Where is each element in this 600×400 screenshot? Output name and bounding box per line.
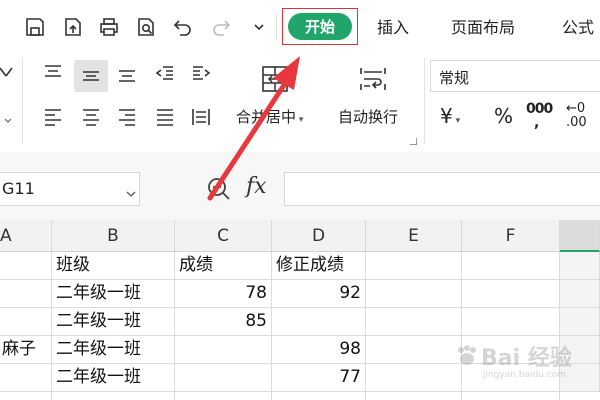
cell-d6[interactable]: [272, 392, 366, 400]
percent-button[interactable]: %: [494, 104, 513, 128]
cell-e2[interactable]: [366, 280, 462, 308]
chevron-down-icon[interactable]: [126, 184, 136, 197]
format-painter-icon[interactable]: [0, 64, 14, 86]
cell-c4[interactable]: [175, 336, 272, 364]
fx-button[interactable]: fx: [246, 174, 267, 199]
cell-d2[interactable]: 92: [272, 280, 366, 308]
align-middle-icon[interactable]: [74, 60, 108, 92]
cell-c1[interactable]: 成绩: [175, 252, 272, 280]
print-icon[interactable]: [96, 14, 122, 40]
cell-b3[interactable]: 二年级一班: [52, 308, 175, 336]
align-right-icon[interactable]: [114, 104, 140, 130]
tab-formulas[interactable]: 公式: [562, 14, 594, 38]
column-header-g[interactable]: [560, 220, 600, 252]
justify-icon[interactable]: [152, 104, 178, 130]
cell-g3[interactable]: [560, 308, 600, 336]
cell-a5[interactable]: [0, 364, 52, 392]
cell-d5[interactable]: 77: [272, 364, 366, 392]
column-header-e[interactable]: E: [366, 220, 462, 252]
watermark: Bai 经验 jingyan.baidu.com: [455, 340, 575, 386]
distributed-align-icon[interactable]: [188, 104, 214, 130]
cell-a2[interactable]: [0, 280, 52, 308]
number-format-select[interactable]: 常规: [430, 60, 600, 92]
cell-e4[interactable]: [366, 336, 462, 364]
column-header-d[interactable]: D: [272, 220, 366, 252]
increase-decimal-button[interactable]: ←0 .00: [566, 102, 600, 130]
increase-indent-icon[interactable]: [188, 60, 214, 86]
cell-g2[interactable]: [560, 280, 600, 308]
watermark-url: jingyan.baidu.com: [483, 370, 567, 380]
divider: [22, 58, 23, 144]
cell-d3[interactable]: [272, 308, 366, 336]
tab-home[interactable]: 开始: [288, 13, 352, 40]
redo-icon[interactable]: [208, 14, 234, 40]
currency-button[interactable]: ¥ ▾: [440, 104, 460, 128]
merge-center-label: 合并居中: [236, 108, 297, 126]
cell-f3[interactable]: [462, 308, 560, 336]
align-left-icon[interactable]: [40, 104, 66, 130]
cell-e3[interactable]: [366, 308, 462, 336]
cell-b5[interactable]: 二年级一班: [52, 364, 175, 392]
tab-page-layout[interactable]: 页面布局: [451, 14, 515, 38]
cell-d4[interactable]: 98: [272, 336, 366, 364]
cell-a4[interactable]: 麻子: [0, 336, 52, 364]
cell-b2[interactable]: 二年级一班: [52, 280, 175, 308]
cell-e6[interactable]: [366, 392, 462, 400]
chevron-down-icon[interactable]: [4, 110, 12, 123]
cell-c2[interactable]: 78: [175, 280, 272, 308]
cell-c5[interactable]: [175, 364, 272, 392]
divider: [276, 14, 277, 40]
cell-b1[interactable]: 班级: [52, 252, 175, 280]
column-header-a[interactable]: A: [0, 220, 52, 252]
paw-icon: [458, 345, 476, 365]
cell-g1[interactable]: [560, 252, 600, 280]
align-top-icon[interactable]: [40, 60, 66, 86]
cell-b4[interactable]: 二年级一班: [52, 336, 175, 364]
align-center-icon[interactable]: [78, 104, 104, 130]
export-icon[interactable]: [60, 14, 86, 40]
cell-a3[interactable]: [0, 308, 52, 336]
cell-a6[interactable]: [0, 392, 52, 400]
undo-icon[interactable]: [170, 14, 196, 40]
cell-c6[interactable]: [175, 392, 272, 400]
currency-icon: ¥: [440, 104, 453, 128]
cell-f2[interactable]: [462, 280, 560, 308]
dialog-launcher-icon[interactable]: [410, 138, 417, 145]
thousands-separator-button[interactable]: 000,: [526, 102, 553, 130]
title-toolbar: 开始 插入 页面布局 公式: [0, 0, 600, 52]
name-box[interactable]: G11: [0, 172, 140, 206]
formula-input[interactable]: [284, 172, 600, 206]
merge-center-icon[interactable]: [258, 62, 292, 96]
watermark-brand: Bai 经验: [481, 346, 572, 371]
divider: [424, 58, 425, 144]
column-header-c[interactable]: C: [175, 220, 272, 252]
wrap-text-icon[interactable]: [356, 62, 390, 96]
column-header-f[interactable]: F: [462, 220, 560, 252]
cell-e5[interactable]: [366, 364, 462, 392]
cell-a1[interactable]: [0, 252, 52, 280]
print-preview-icon[interactable]: [133, 14, 159, 40]
wrap-text-button[interactable]: 自动换行: [338, 106, 398, 127]
cell-f6[interactable]: [462, 392, 560, 400]
decrease-indent-icon[interactable]: [152, 60, 178, 86]
cell-c3[interactable]: 85: [175, 308, 272, 336]
merge-center-button[interactable]: 合并居中 ▾: [236, 106, 303, 127]
cell-reference: G11: [2, 179, 35, 198]
zoom-icon[interactable]: [206, 176, 232, 202]
save-icon[interactable]: [22, 14, 48, 40]
cell-b6[interactable]: [52, 392, 175, 400]
cell-d1[interactable]: 修正成绩: [272, 252, 366, 280]
ribbon: 合并居中 ▾ 自动换行 常规 ¥ ▾ % 000, ←0 .00: [0, 52, 600, 152]
column-header-b[interactable]: B: [52, 220, 175, 252]
tab-insert[interactable]: 插入: [377, 14, 409, 38]
cell-f1[interactable]: [462, 252, 560, 280]
cell-e1[interactable]: [366, 252, 462, 280]
align-bottom-icon[interactable]: [114, 60, 140, 86]
chevron-down-icon[interactable]: [246, 14, 272, 40]
